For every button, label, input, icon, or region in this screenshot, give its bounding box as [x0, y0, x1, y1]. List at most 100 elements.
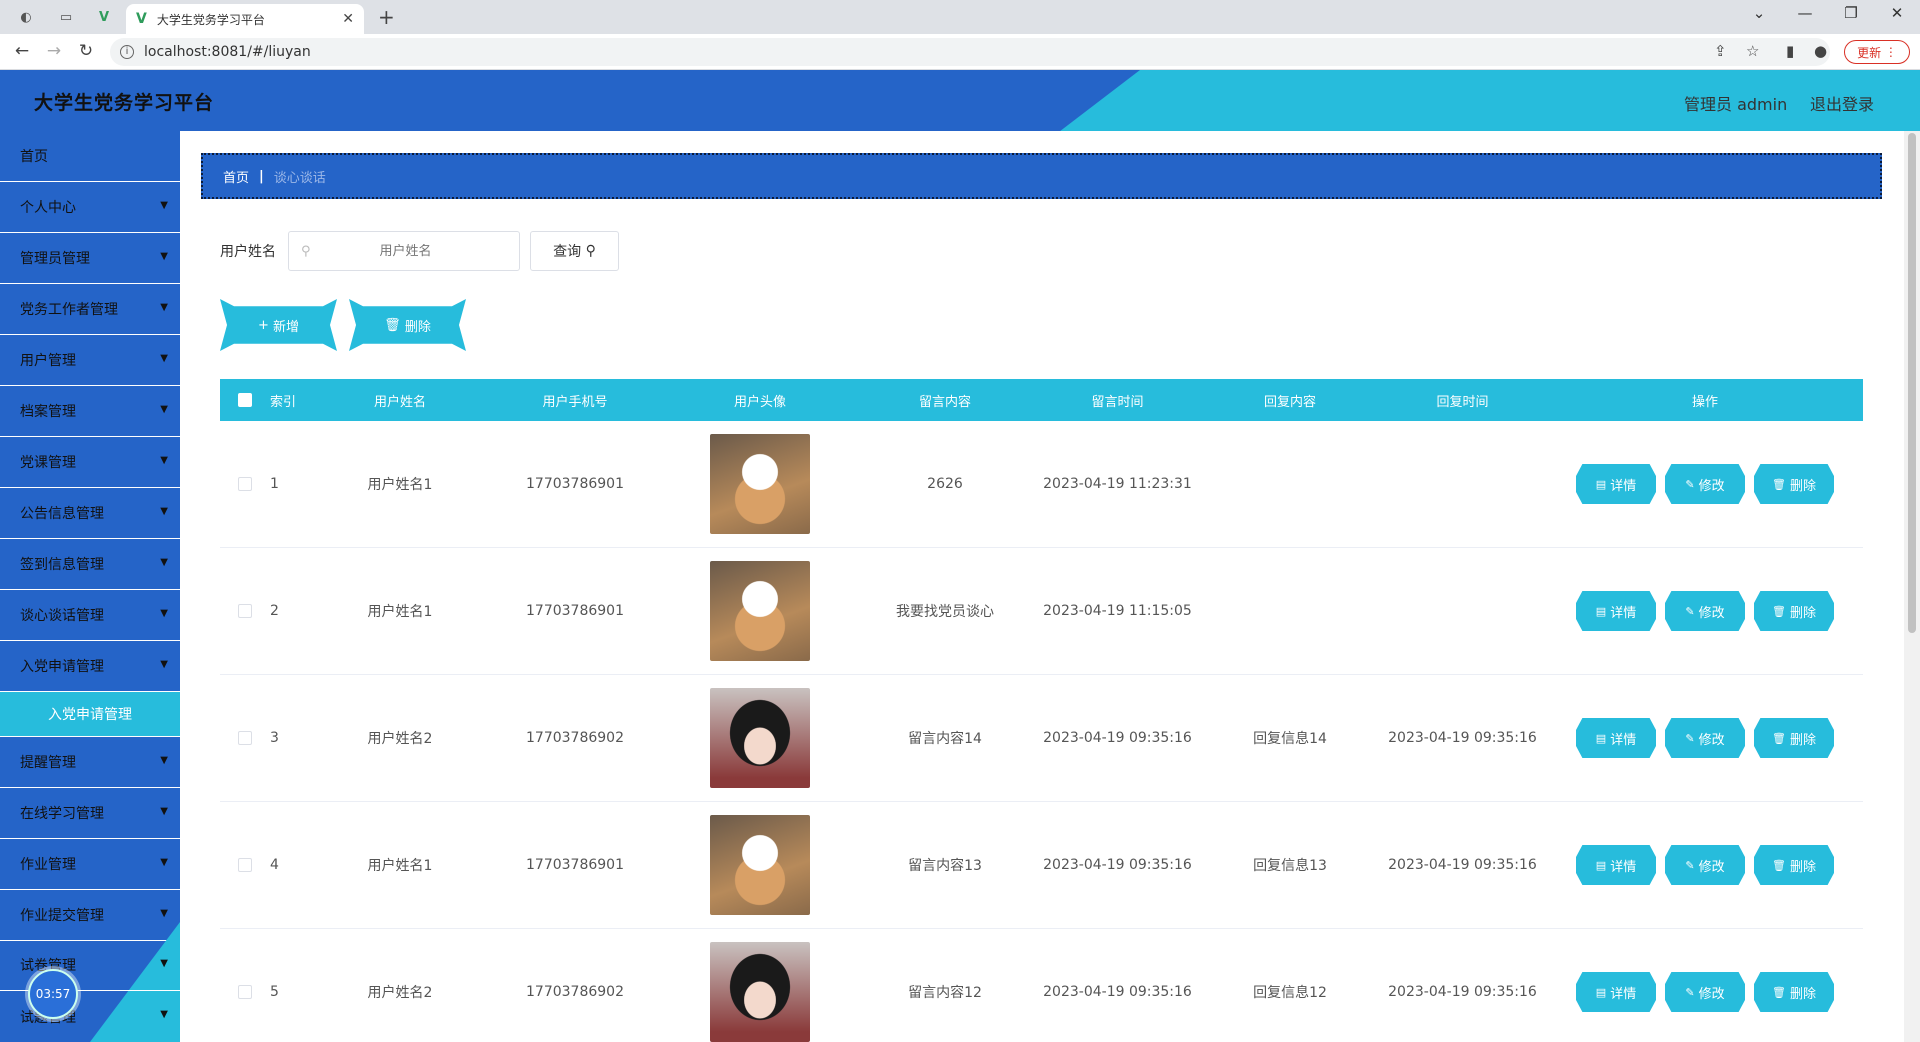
- plus-icon: +: [257, 317, 269, 333]
- reload-icon[interactable]: ↻: [74, 41, 98, 61]
- add-button[interactable]: + 新增: [220, 299, 337, 351]
- sidebar-item-admin[interactable]: 管理员管理 ▼: [0, 233, 180, 284]
- sidebar-item-online-learning[interactable]: 在线学习管理 ▼: [0, 788, 180, 839]
- sidebar-item-questions[interactable]: 试题管理▼: [0, 991, 180, 1042]
- pinned-tab-blank-icon[interactable]: ▭: [52, 6, 80, 28]
- close-window-icon[interactable]: ✕: [1882, 4, 1912, 22]
- pinned-tab-globe-icon[interactable]: ◐: [12, 6, 40, 28]
- scrollbar-thumb[interactable]: [1908, 133, 1916, 633]
- search-button[interactable]: 查询 ⚲: [530, 231, 619, 271]
- sidebar-item-party-application[interactable]: 入党申请管理 ▼: [0, 641, 180, 692]
- row-checkbox[interactable]: [238, 477, 252, 491]
- profile-icon[interactable]: ●: [1814, 42, 1827, 60]
- header-avatar: 用户头像: [733, 394, 786, 410]
- tab-search-chevron-icon[interactable]: ⌄: [1744, 4, 1774, 22]
- sidebar-item-personal-center[interactable]: 个人中心 ▼: [0, 182, 180, 233]
- delete-button[interactable]: 🗑 删除: [1754, 972, 1834, 1012]
- sidebar-item-party-worker[interactable]: 党务工作者管理 ▼: [0, 284, 180, 335]
- search-field[interactable]: ⚲: [288, 231, 520, 271]
- timer-badge[interactable]: 03:57: [28, 969, 78, 1019]
- delete-button[interactable]: 🗑 删除: [1754, 718, 1834, 758]
- edit-label: 修改: [1698, 605, 1725, 621]
- sidebar-item-home[interactable]: 首页: [0, 131, 180, 182]
- edit-button[interactable]: ✎ 修改: [1665, 464, 1745, 504]
- detail-button[interactable]: ▤ 详情: [1576, 591, 1656, 631]
- detail-button[interactable]: ▤ 详情: [1576, 845, 1656, 885]
- cell-index: 2: [270, 603, 279, 619]
- sidebar-item-label: 作业管理: [20, 857, 76, 873]
- sidebar-item-label: 谈心谈话管理: [20, 608, 104, 624]
- avatar: [710, 561, 810, 661]
- update-button[interactable]: 更新 ⋮: [1844, 40, 1910, 64]
- detail-button[interactable]: ▤ 详情: [1576, 972, 1656, 1012]
- table-row: 2 用户姓名1 17703786901 我要找党员谈心 2023-04-19 1…: [220, 548, 1863, 675]
- share-icon[interactable]: ⇪: [1714, 42, 1727, 60]
- bulk-delete-button[interactable]: 🗑 删除: [349, 299, 466, 351]
- trash-icon: 🗑: [1772, 604, 1786, 618]
- url-field[interactable]: i localhost:8081/#/liuyan: [110, 38, 1830, 66]
- row-checkbox[interactable]: [238, 731, 252, 745]
- chevron-down-icon: ▼: [160, 200, 168, 211]
- header-name: 用户姓名: [373, 394, 426, 410]
- app-title: 大学生党务学习平台: [34, 92, 215, 114]
- sidebar-item-users[interactable]: 用户管理 ▼: [0, 335, 180, 386]
- chevron-down-icon: ▼: [160, 455, 168, 466]
- detail-button[interactable]: ▤ 详情: [1576, 718, 1656, 758]
- sidebar-item-homework[interactable]: 作业管理 ▼: [0, 839, 180, 890]
- sidebar-item-label: 入党申请管理: [20, 659, 104, 675]
- sidebar-item-reminder[interactable]: 提醒管理 ▼: [0, 737, 180, 788]
- forward-icon[interactable]: →: [42, 41, 66, 61]
- minimize-icon[interactable]: —: [1790, 4, 1820, 22]
- browser-tab-bar: ◐ ▭ V V 大学生党务学习平台 ✕ + ⌄ — ❐ ✕: [0, 0, 1920, 34]
- app-header: 大学生党务学习平台 管理员 admin 退出登录: [0, 70, 1920, 131]
- sidebar-item-archive[interactable]: 档案管理 ▼: [0, 386, 180, 437]
- trash-icon: 🗑: [1772, 731, 1786, 745]
- cell-message: 留言内容14: [908, 731, 982, 747]
- sidebar-item-label: 在线学习管理: [20, 806, 104, 822]
- detail-button[interactable]: ▤ 详情: [1576, 464, 1656, 504]
- cell-name: 用户姓名1: [367, 604, 433, 620]
- new-tab-icon[interactable]: +: [378, 5, 395, 29]
- bookmark-star-icon[interactable]: ☆: [1746, 42, 1759, 60]
- row-checkbox[interactable]: [238, 985, 252, 999]
- restore-icon[interactable]: ❐: [1836, 4, 1866, 22]
- search-input[interactable]: [320, 243, 491, 259]
- close-tab-icon[interactable]: ✕: [342, 11, 354, 27]
- sidebar-item-party-class[interactable]: 党课管理 ▼: [0, 437, 180, 488]
- row-checkbox[interactable]: [238, 858, 252, 872]
- edit-button[interactable]: ✎ 修改: [1665, 591, 1745, 631]
- logout-link[interactable]: 退出登录: [1810, 91, 1874, 115]
- sidebar-item-homework-submit[interactable]: 作业提交管理 ▼: [0, 890, 180, 941]
- edit-button[interactable]: ✎ 修改: [1665, 718, 1745, 758]
- pinned-tab-vue-icon[interactable]: V: [90, 6, 118, 28]
- url-text: localhost:8081/#/liuyan: [144, 44, 311, 60]
- row-checkbox[interactable]: [238, 604, 252, 618]
- breadcrumb-home[interactable]: 首页: [223, 167, 249, 186]
- delete-button[interactable]: 🗑 删除: [1754, 845, 1834, 885]
- search-icon: ⚲: [585, 243, 596, 259]
- browser-tab-active[interactable]: V 大学生党务学习平台 ✕: [126, 4, 364, 34]
- sidebar-item-announcement[interactable]: 公告信息管理 ▼: [0, 488, 180, 539]
- sidebar-item-exam-paper[interactable]: 试卷管理 ▼: [0, 940, 180, 991]
- sidebar-item-heart-talk[interactable]: 谈心谈话管理 ▼: [0, 590, 180, 641]
- header-time: 留言时间: [1091, 394, 1144, 410]
- sidebar-item-checkin[interactable]: 签到信息管理 ▼: [0, 539, 180, 590]
- document-icon: ▤: [1595, 858, 1607, 872]
- sidebar-item-label: 公告信息管理: [20, 506, 104, 522]
- pencil-icon: ✎: [1685, 604, 1695, 618]
- back-icon[interactable]: ←: [10, 41, 34, 61]
- page-scrollbar[interactable]: [1904, 131, 1920, 1042]
- sidebar-item-label: 作业提交管理: [20, 908, 104, 924]
- delete-button[interactable]: 🗑 删除: [1754, 464, 1834, 504]
- edit-button[interactable]: ✎ 修改: [1665, 845, 1745, 885]
- cell-message: 留言内容13: [908, 858, 982, 874]
- side-panel-icon[interactable]: ▮: [1786, 42, 1794, 60]
- delete-button[interactable]: 🗑 删除: [1754, 591, 1834, 631]
- cell-time: 2023-04-19 09:35:16: [1043, 730, 1192, 746]
- select-all-checkbox[interactable]: [238, 393, 252, 407]
- site-info-icon[interactable]: i: [120, 45, 134, 59]
- cell-phone: 17703786901: [526, 476, 624, 492]
- pencil-icon: ✎: [1685, 985, 1695, 999]
- edit-button[interactable]: ✎ 修改: [1665, 972, 1745, 1012]
- sidebar-subitem-party-application[interactable]: 入党申请管理: [0, 692, 180, 737]
